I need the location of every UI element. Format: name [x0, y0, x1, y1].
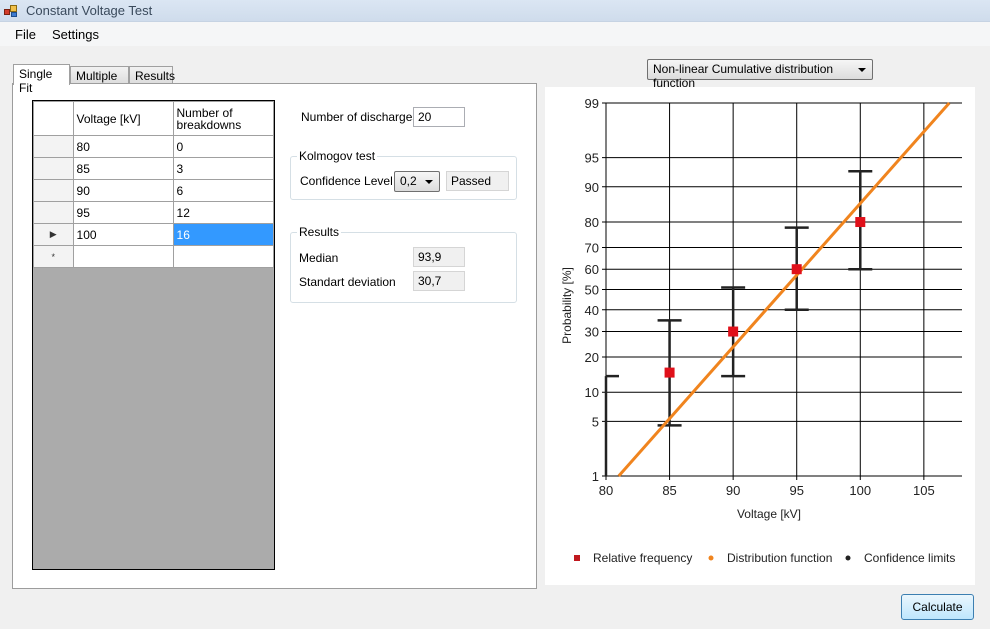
chart-panel: 1 5 10 20 30 40 50 60 70 80 90 95 99 80 85 90 95 100 105 Vo… [545, 87, 975, 585]
row-header[interactable] [33, 135, 74, 158]
confidence-label: Confidence Level [300, 174, 393, 188]
legend-distribution-marker [708, 555, 714, 561]
confidence-value: 0,2 [400, 174, 417, 188]
row-header[interactable] [33, 179, 74, 202]
median-label: Median [299, 251, 339, 265]
relative-frequency-point [855, 217, 866, 228]
tab-single-fit[interactable]: Single Fit [13, 64, 70, 95]
chart-type-value: Non-linear Cumulative distribution funct… [653, 62, 834, 90]
table-row[interactable]: 85 3 [33, 157, 275, 180]
y-tick-label: 60 [585, 262, 599, 277]
table-row[interactable]: 90 6 [33, 179, 275, 202]
y-tick-label: 30 [585, 325, 599, 340]
std-label: Standart deviation [299, 275, 396, 289]
row-header[interactable] [33, 201, 74, 224]
cell-voltage[interactable]: 90 [72, 179, 174, 202]
cell-breakdowns[interactable]: 0 [172, 135, 275, 158]
row-header[interactable] [33, 157, 74, 180]
relative-frequency-point [728, 326, 739, 337]
chevron-down-icon [858, 68, 866, 72]
median-value: 93,9 [413, 247, 465, 267]
relative-frequency-point [664, 367, 675, 378]
title-bar: Constant Voltage Test [0, 0, 990, 22]
legend-relative-label: Relative frequency [593, 551, 692, 565]
column-header-voltage[interactable]: Voltage [kV] [72, 101, 174, 136]
app-icon [4, 4, 18, 18]
cell-breakdowns-new[interactable] [172, 245, 275, 268]
x-tick-label: 100 [849, 483, 871, 498]
discharges-input[interactable]: 20 [413, 107, 465, 127]
legend-relative-marker [574, 555, 580, 561]
cell-voltage[interactable]: 95 [72, 201, 174, 224]
menu-settings[interactable]: Settings [52, 27, 99, 42]
y-tick-label: 20 [585, 350, 599, 365]
cell-voltage[interactable]: 85 [72, 157, 174, 180]
y-tick-label: 40 [585, 303, 599, 318]
current-row-arrow-icon: ▶ [49, 229, 57, 239]
table-row[interactable]: 95 12 [33, 201, 275, 224]
y-axis-label: Probability [%] [560, 267, 574, 344]
y-tick-label: 50 [585, 283, 599, 298]
kolmogov-title: Kolmogov test [297, 149, 378, 163]
cell-breakdowns-selected[interactable]: 16 [172, 223, 275, 246]
data-grid[interactable]: Voltage [kV] Number of breakdowns 80 0 8… [32, 100, 275, 570]
y-tick-label: 10 [585, 385, 599, 400]
legend-confidence-marker [845, 555, 851, 561]
kolmogov-status: Passed [446, 171, 509, 191]
table-row-new[interactable]: * [33, 245, 275, 268]
x-tick-label: 80 [599, 483, 613, 498]
chevron-down-icon [425, 180, 433, 184]
calculate-button[interactable]: Calculate [901, 594, 974, 620]
cell-breakdowns[interactable]: 6 [172, 179, 275, 202]
relative-frequency-point [791, 264, 802, 275]
table-row-current[interactable]: ▶ 100 16 [33, 223, 275, 246]
x-axis-label: Voltage [kV] [737, 507, 801, 521]
std-value: 30,7 [413, 271, 465, 291]
menu-bar: File Settings [0, 22, 990, 46]
x-tick-label: 95 [789, 483, 803, 498]
y-tick-label: 95 [585, 151, 599, 166]
row-header-current[interactable]: ▶ [33, 223, 74, 246]
results-title: Results [297, 225, 342, 239]
window-title: Constant Voltage Test [26, 3, 153, 18]
y-tick-label: 1 [592, 469, 599, 484]
chart-type-select[interactable]: Non-linear Cumulative distribution funct… [647, 59, 873, 90]
y-tick-label: 90 [585, 180, 599, 195]
discharges-label: Number of discharges [301, 110, 419, 124]
cell-breakdowns[interactable]: 12 [172, 201, 275, 224]
menu-file[interactable]: File [15, 27, 36, 42]
confidence-select[interactable]: 0,2 [394, 171, 440, 192]
tab-results[interactable]: Results [129, 66, 175, 84]
probability-chart: 1 5 10 20 30 40 50 60 70 80 90 95 99 80 85 90 95 100 105 Vo… [560, 96, 962, 565]
cell-breakdowns[interactable]: 3 [172, 157, 275, 180]
x-tick-label: 90 [726, 483, 740, 498]
x-tick-label: 105 [913, 483, 935, 498]
tab-multiple-fit[interactable]: Multiple fit [70, 66, 129, 97]
cell-voltage[interactable]: 80 [72, 135, 174, 158]
y-tick-label: 80 [585, 215, 599, 230]
x-tick-label: 85 [662, 483, 676, 498]
new-row-icon: * [33, 245, 74, 268]
cell-voltage[interactable]: 100 [72, 223, 174, 246]
grid-corner[interactable] [33, 101, 74, 136]
cell-voltage-new[interactable] [72, 245, 174, 268]
column-header-breakdowns[interactable]: Number of breakdowns [172, 101, 275, 136]
y-tick-label: 5 [592, 414, 599, 429]
legend-confidence-label: Confidence limits [864, 551, 955, 565]
legend-distribution-label: Distribution function [727, 551, 832, 565]
y-tick-label: 99 [585, 96, 599, 111]
table-row[interactable]: 80 0 [33, 135, 275, 158]
results-group: Results [290, 225, 517, 303]
y-tick-label: 70 [585, 240, 599, 255]
